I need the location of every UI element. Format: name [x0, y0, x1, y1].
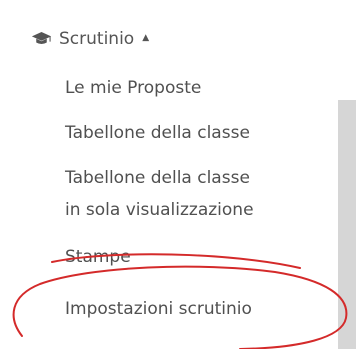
scrollbar-thumb[interactable] [338, 100, 356, 349]
menu-item-label: Tabellone della classe [65, 123, 250, 143]
menu-item-stampe[interactable]: Stampe [65, 241, 131, 273]
caret-up-icon: ▲ [142, 33, 150, 43]
menu-item-label: Impostazioni scrutinio [65, 299, 252, 319]
menu-item-label: Stampe [65, 247, 131, 267]
section-label: Scrutinio [59, 29, 135, 49]
menu-item-label-line1: Tabellone della classe [65, 168, 250, 188]
graduation-cap-icon [31, 32, 52, 45]
menu-item-tabellone-classe[interactable]: Tabellone della classe [65, 117, 250, 149]
sidebar-menu: Scrutinio ▲ Le mie Proposte Tabellone de… [0, 0, 336, 349]
menu-item-le-mie-proposte[interactable]: Le mie Proposte [65, 72, 201, 104]
menu-item-label-line2: in sola visualizzazione [65, 200, 254, 220]
menu-item-tabellone-sola-visualizzazione[interactable]: Tabellone della classe in sola visualizz… [65, 162, 254, 226]
menu-item-impostazioni-scrutinio[interactable]: Impostazioni scrutinio [65, 293, 252, 325]
menu-item-label: Le mie Proposte [65, 78, 202, 98]
section-scrutinio-toggle[interactable]: Scrutinio ▲ [31, 29, 149, 49]
